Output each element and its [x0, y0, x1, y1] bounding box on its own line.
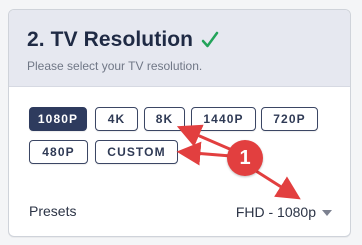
chevron-down-icon: [322, 210, 332, 216]
preset-4k-button[interactable]: 4K: [95, 107, 138, 131]
preset-custom-button[interactable]: CUSTOM: [95, 140, 178, 164]
card-subtitle: Please select your TV resolution.: [27, 59, 203, 73]
presets-label: Presets: [29, 203, 77, 219]
preset-480p-button[interactable]: 480P: [29, 140, 88, 164]
card-header: 2. TV Resolution Please select your TV r…: [9, 10, 350, 87]
card-title: 2. TV Resolution: [27, 28, 194, 51]
preset-selected-value: FHD - 1080p: [235, 204, 316, 220]
preset-720p-button[interactable]: 720P: [261, 107, 318, 131]
title-row: 2. TV Resolution: [27, 27, 219, 53]
preset-1440p-button[interactable]: 1440P: [191, 107, 256, 131]
preset-8k-button[interactable]: 8K: [144, 107, 185, 131]
card-body: 1080P 4K 8K 1440P 720P 480P CUSTOM Prese…: [9, 87, 350, 236]
page: 2. TV Resolution Please select your TV r…: [0, 0, 362, 245]
preset-1080p-button[interactable]: 1080P: [29, 107, 87, 131]
preset-dropdown[interactable]: FHD - 1080p: [236, 204, 332, 220]
annotation-number-badge: 1: [227, 140, 263, 176]
tv-resolution-card: 2. TV Resolution Please select your TV r…: [8, 9, 351, 237]
check-icon: [201, 29, 219, 51]
